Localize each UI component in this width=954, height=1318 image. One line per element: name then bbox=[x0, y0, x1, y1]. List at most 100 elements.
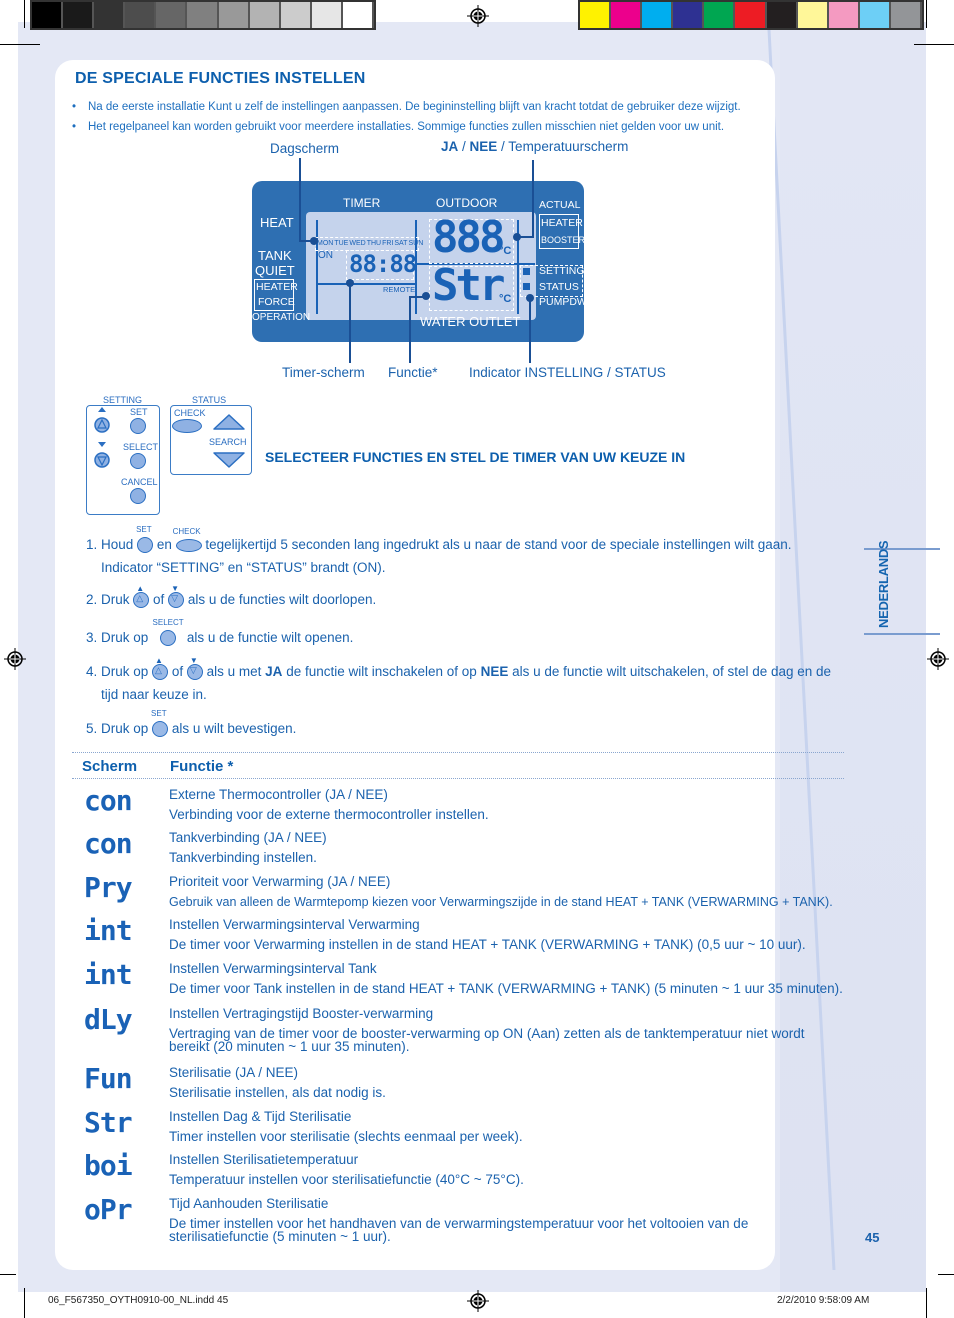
lcd-temp-unit: °C bbox=[499, 245, 512, 257]
color-swatch bbox=[797, 2, 829, 28]
status-group-label: STATUS bbox=[192, 395, 227, 405]
crop-mark bbox=[914, 44, 954, 45]
crop-mark bbox=[24, 0, 25, 28]
day-label: TUE bbox=[334, 240, 349, 247]
lcd-function-unit: °C bbox=[499, 293, 512, 305]
lcd-code: int bbox=[84, 914, 133, 947]
up-arrow-button-icon: ▲ △ bbox=[152, 656, 169, 681]
crop-mark bbox=[938, 1274, 954, 1275]
step-text: als u met bbox=[206, 664, 262, 679]
color-swatch bbox=[735, 2, 767, 28]
footer-filename: 06_F567350_OYTH0910-00_NL.indd 45 bbox=[48, 1295, 229, 1306]
leader-line bbox=[349, 283, 351, 363]
check-label: CHECK bbox=[174, 408, 206, 418]
table-divider bbox=[72, 752, 844, 753]
function-detail: Tankverbinding instellen. bbox=[169, 850, 317, 865]
color-swatch bbox=[63, 2, 95, 28]
function-title: Tankverbinding (JA / NEE) bbox=[169, 830, 327, 845]
step-4: 4. Druk op ▲ △ of ▼ ▽ als u met JA de func… bbox=[86, 656, 832, 681]
function-detail: Verbinding voor de externe thermocontrol… bbox=[169, 807, 489, 822]
lcd-heat-label: HEAT bbox=[260, 215, 294, 230]
step-text: als u de functie wilt uitschakelen, of s… bbox=[512, 664, 832, 679]
lcd-code: int bbox=[84, 958, 133, 991]
step-text: 2. Druk bbox=[86, 592, 130, 607]
select-button[interactable] bbox=[130, 453, 146, 469]
up-arrow-button-icon: ▲ △ bbox=[133, 584, 150, 609]
lcd-outdoor-temp: 888 bbox=[432, 212, 506, 263]
function-description: Instellen Verwarmingsinterval Tank De tim… bbox=[169, 960, 859, 998]
callout-functie: Functie* bbox=[388, 365, 438, 380]
function-description: Instellen Verwarmingsinterval Verwarming… bbox=[169, 916, 859, 954]
color-swatch bbox=[32, 2, 64, 28]
function-title: Instellen Sterilisatietemperatuur bbox=[169, 1152, 359, 1167]
lcd-tank-label: TANK bbox=[258, 248, 292, 263]
down-button[interactable] bbox=[94, 442, 110, 475]
leader-dot bbox=[310, 237, 318, 245]
leader-line bbox=[409, 297, 411, 363]
cancel-button[interactable] bbox=[130, 488, 146, 504]
lcd-force-label: FORCE bbox=[258, 296, 295, 308]
lcd-code: Pry bbox=[84, 871, 133, 904]
page-number: 45 bbox=[865, 1230, 880, 1245]
color-swatch bbox=[828, 2, 860, 28]
crop-mark bbox=[0, 1274, 16, 1275]
function-description: Externe Thermocontroller (JA / NEE) Verbi… bbox=[169, 786, 859, 824]
step-text: of bbox=[153, 592, 165, 607]
crop-mark bbox=[0, 44, 40, 45]
tab-divider bbox=[864, 633, 940, 635]
leader-line bbox=[299, 158, 301, 240]
lcd-operation-label: OPERATION bbox=[252, 312, 311, 323]
crop-mark bbox=[24, 1288, 25, 1318]
color-swatch bbox=[125, 2, 157, 28]
step-text: 3. Druk op bbox=[86, 630, 149, 645]
color-swatch bbox=[342, 2, 375, 28]
temp-label: / Temperatuurscherm bbox=[497, 139, 629, 154]
step-2: 2. Druk ▲ △ of ▼ ▽ als u de functies wilt … bbox=[86, 584, 376, 609]
search-up-button[interactable] bbox=[212, 413, 246, 436]
intro-bullets: • Na de eerste installatie Kunt u zelf de… bbox=[72, 97, 741, 137]
color-swatch bbox=[580, 2, 612, 28]
day-label: MON bbox=[317, 240, 334, 247]
lcd-pumpdw-label: PUMPDW bbox=[539, 296, 587, 308]
icon-caption: CHECK bbox=[172, 526, 201, 536]
callout-temperatuurscherm: JA / NEE / Temperatuurscherm bbox=[441, 139, 628, 154]
color-swatch bbox=[704, 2, 736, 28]
lcd-water-outlet-label: WATER OUTLET bbox=[420, 314, 521, 329]
cmyk-color-bar bbox=[578, 0, 924, 30]
step-text: 5. Druk op bbox=[86, 721, 149, 736]
function-detail: Timer instellen voor sterilisatie (slech… bbox=[169, 1129, 523, 1144]
day-label: WED bbox=[349, 240, 366, 247]
day-label: SUN bbox=[408, 240, 424, 247]
day-labels: MON TUE WED THU FRI SAT SUN bbox=[317, 240, 423, 247]
icon-caption: SET bbox=[136, 525, 152, 535]
check-button-icon: CHECK bbox=[173, 527, 202, 552]
lcd-remote-label: REMOTE bbox=[383, 285, 416, 294]
leader-line bbox=[529, 297, 531, 363]
check-button[interactable] bbox=[172, 419, 202, 433]
step-text: 1. Houd bbox=[86, 537, 134, 552]
cancel-label: CANCEL bbox=[121, 477, 158, 487]
function-title: Sterilisatie (JA / NEE) bbox=[169, 1065, 299, 1080]
down-arrow-button-icon: ▼ ▽ bbox=[168, 584, 185, 609]
ja-label: JA bbox=[441, 139, 459, 154]
column-header-functie: Functie * bbox=[170, 758, 234, 775]
set-button[interactable] bbox=[130, 418, 146, 434]
set-button-icon: SET bbox=[136, 525, 154, 554]
day-label: SAT bbox=[394, 240, 408, 247]
column-header-scherm: Scherm bbox=[82, 758, 138, 775]
day-label: THU bbox=[366, 240, 382, 247]
setting-group-label: SETTING bbox=[103, 395, 143, 405]
table-divider bbox=[72, 778, 844, 779]
icon-caption: SET bbox=[151, 709, 167, 719]
up-button[interactable] bbox=[94, 407, 110, 440]
color-swatch bbox=[766, 2, 798, 28]
registration-mark-icon bbox=[4, 648, 26, 675]
step-5: 5. Druk op SET als u wilt bevestigen. bbox=[86, 709, 297, 738]
function-detail: De timer voor Verwarming instellen in de… bbox=[169, 937, 806, 952]
registration-mark-icon bbox=[467, 5, 489, 32]
search-down-button[interactable] bbox=[212, 451, 246, 474]
function-title: Instellen Vertragingstijd Booster-verwar… bbox=[169, 1006, 434, 1021]
nee-emphasis: NEE bbox=[480, 664, 509, 679]
step-text: als u wilt bevestigen. bbox=[171, 721, 297, 736]
lcd-grid-line bbox=[316, 220, 318, 314]
